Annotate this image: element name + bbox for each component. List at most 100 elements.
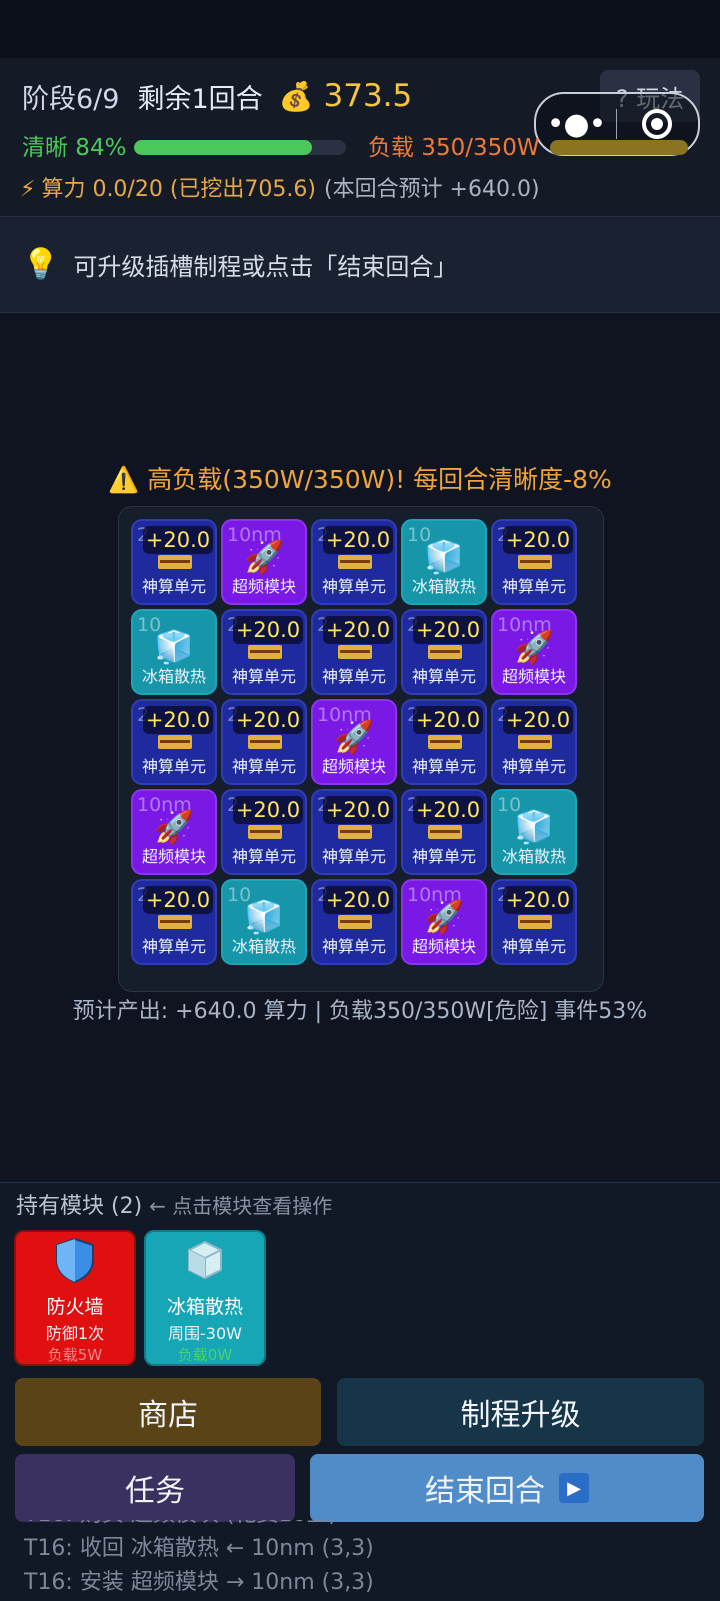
board-cell[interactable]: 2+20.0神算单元 bbox=[491, 879, 577, 965]
cell-module-name: 超频模块 bbox=[501, 667, 566, 686]
board-cell[interactable]: 10 🧊 冰箱散热 bbox=[491, 789, 577, 875]
cell-module-name: 神算单元 bbox=[321, 937, 386, 956]
cell-output: +20.0 bbox=[323, 616, 393, 644]
cell-output: +20.0 bbox=[323, 886, 393, 914]
cell-output: +20.0 bbox=[503, 706, 573, 734]
board-cell[interactable]: 10nm 🚀 超频模块 bbox=[491, 609, 577, 695]
cell-module-name: 神算单元 bbox=[141, 757, 206, 776]
board-cell[interactable]: 2+20.0神算单元 bbox=[311, 789, 397, 875]
crown-icon bbox=[428, 825, 462, 839]
gold-amount: 373.5 bbox=[323, 78, 413, 114]
board-cell[interactable]: 2+20.0神算单元 bbox=[221, 789, 307, 875]
cell-module-name: 神算单元 bbox=[411, 757, 476, 776]
cell-output: +20.0 bbox=[413, 706, 483, 734]
board-cell[interactable]: 2+20.0神算单元 bbox=[131, 519, 217, 605]
lightning-icon: ⚡ bbox=[20, 177, 36, 202]
cell-module-name: 冰箱散热 bbox=[231, 937, 296, 956]
board-cell[interactable]: 2+20.0神算单元 bbox=[401, 789, 487, 875]
board-cell[interactable]: 10 🧊 冰箱散热 bbox=[401, 519, 487, 605]
board-cell[interactable]: 2+20.0神算单元 bbox=[311, 609, 397, 695]
slot-board: 2+20.0神算单元10nm🚀超频模块2+20.0神算单元10🧊冰箱散热2+20… bbox=[118, 506, 604, 992]
clarity-label: 清晰 84% bbox=[22, 135, 127, 161]
crown-icon bbox=[338, 915, 372, 929]
remaining-turns: 剩余1回合 bbox=[137, 83, 263, 115]
cell-module-name: 冰箱散热 bbox=[501, 847, 566, 866]
crown-icon bbox=[248, 735, 282, 749]
crown-icon bbox=[428, 645, 462, 659]
load-bar-fill bbox=[550, 140, 688, 155]
load-bar bbox=[550, 140, 688, 155]
money-bag-icon: 💰 bbox=[278, 79, 314, 113]
board-cell[interactable]: 10 🧊 冰箱散热 bbox=[131, 609, 217, 695]
ice-cube-icon: 🧊 bbox=[424, 538, 464, 576]
module-load: 负载0W bbox=[177, 1346, 233, 1364]
owned-title-text: 持有模块 (2) bbox=[16, 1194, 143, 1219]
board-cell[interactable]: 10nm 🚀 超频模块 bbox=[401, 879, 487, 965]
module-effect: 周围-30W bbox=[168, 1324, 242, 1343]
cell-module-name: 超频模块 bbox=[411, 937, 476, 956]
board-cell[interactable]: 2+20.0神算单元 bbox=[401, 699, 487, 785]
crown-icon bbox=[518, 915, 552, 929]
cell-module-name: 冰箱散热 bbox=[141, 667, 206, 686]
task-button[interactable]: 任务 bbox=[15, 1454, 295, 1522]
stage-row: 阶段6/9 剩余1回合 💰 373.5 bbox=[22, 76, 412, 116]
board-cell[interactable]: 10 🧊 冰箱散热 bbox=[221, 879, 307, 965]
cell-module-name: 冰箱散热 bbox=[411, 577, 476, 596]
board-cell[interactable]: 2+20.0神算单元 bbox=[401, 609, 487, 695]
cell-module-name: 超频模块 bbox=[231, 577, 296, 596]
cell-module-name: 神算单元 bbox=[411, 847, 476, 866]
rocket-icon: 🚀 bbox=[514, 628, 554, 666]
rocket-icon: 🚀 bbox=[154, 808, 194, 846]
owned-title-hint: ← 点击模块查看操作 bbox=[149, 1194, 333, 1218]
cell-module-name: 超频模块 bbox=[321, 757, 386, 776]
crown-icon bbox=[338, 825, 372, 839]
board-cell[interactable]: 2+20.0神算单元 bbox=[221, 699, 307, 785]
end-turn-label: 结束回合 bbox=[425, 1474, 545, 1509]
cell-module-name: 神算单元 bbox=[501, 757, 566, 776]
owned-module-firewall[interactable]: 防火墙 防御1次 负载5W bbox=[14, 1230, 136, 1366]
cell-output: +20.0 bbox=[503, 526, 573, 554]
board-cell[interactable]: 2+20.0神算单元 bbox=[311, 519, 397, 605]
end-turn-button[interactable]: 结束回合 ▶ bbox=[310, 1454, 704, 1522]
cell-module-name: 神算单元 bbox=[321, 847, 386, 866]
shop-button[interactable]: 商店 bbox=[15, 1378, 321, 1446]
board-cell[interactable]: 10nm 🚀 超频模块 bbox=[221, 519, 307, 605]
module-name: 冰箱散热 bbox=[166, 1296, 243, 1318]
cell-output: +20.0 bbox=[503, 886, 573, 914]
cell-module-name: 神算单元 bbox=[321, 577, 386, 596]
board-cell[interactable]: 2+20.0神算单元 bbox=[491, 699, 577, 785]
cell-module-name: 神算单元 bbox=[501, 577, 566, 596]
process-upgrade-button[interactable]: 制程升级 bbox=[337, 1378, 704, 1446]
crown-icon bbox=[158, 555, 192, 569]
high-load-warning: ⚠️ 高负载(350W/350W)! 每回合清晰度-8% bbox=[108, 465, 612, 494]
board-cell[interactable]: 2+20.0神算单元 bbox=[311, 879, 397, 965]
board-cell[interactable]: 2+20.0神算单元 bbox=[131, 699, 217, 785]
status-bar bbox=[0, 0, 720, 58]
rocket-icon: 🚀 bbox=[424, 898, 464, 936]
cell-output: +20.0 bbox=[323, 796, 393, 824]
board-cell[interactable]: 10nm 🚀 超频模块 bbox=[311, 699, 397, 785]
load-label: 负载 350/350W bbox=[368, 135, 540, 161]
cell-output: +20.0 bbox=[143, 886, 213, 914]
cell-output: +20.0 bbox=[413, 616, 483, 644]
log-line: T16: 购买 超频模块 (花费10金) bbox=[24, 1520, 704, 1532]
cell-output: +20.0 bbox=[143, 706, 213, 734]
rocket-icon: 🚀 bbox=[244, 538, 284, 576]
crown-icon bbox=[248, 825, 282, 839]
crown-icon bbox=[428, 735, 462, 749]
log-line: T16: 安装 超频模块 → 10nm (3,3) bbox=[24, 1570, 374, 1595]
cell-output: +20.0 bbox=[233, 706, 303, 734]
cell-module-name: 神算单元 bbox=[231, 757, 296, 776]
cell-module-name: 神算单元 bbox=[141, 577, 206, 596]
board-cell[interactable]: 10nm 🚀 超频模块 bbox=[131, 789, 217, 875]
owned-modules-title: 持有模块 (2) ← 点击模块查看操作 bbox=[16, 1190, 332, 1223]
crown-icon bbox=[158, 915, 192, 929]
play-icon: ▶ bbox=[559, 1473, 589, 1503]
board-cell[interactable]: 2+20.0神算单元 bbox=[131, 879, 217, 965]
board-cell[interactable]: 2+20.0神算单元 bbox=[221, 609, 307, 695]
power-forecast: (本回合预计 +640.0) bbox=[323, 177, 540, 202]
cell-output: +20.0 bbox=[233, 796, 303, 824]
meters-row: 清晰 84% 负载 350/350W bbox=[22, 130, 702, 166]
owned-module-icebox[interactable]: 冰箱散热 周围-30W 负载0W bbox=[144, 1230, 266, 1366]
board-cell[interactable]: 2+20.0神算单元 bbox=[491, 519, 577, 605]
